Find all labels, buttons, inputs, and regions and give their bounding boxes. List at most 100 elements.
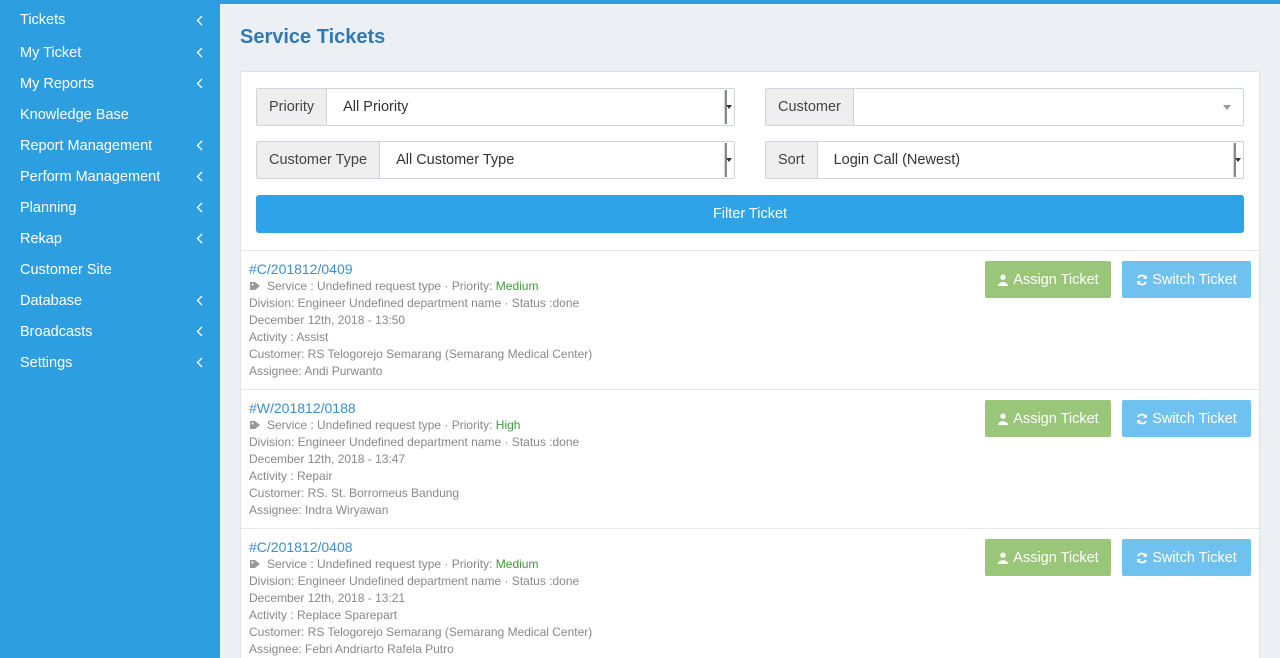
refresh-icon xyxy=(1137,552,1148,563)
ticket-assignee: Assignee: Febri Andriarto Rafela Putro xyxy=(249,642,454,656)
page-title: Service Tickets xyxy=(240,26,386,48)
sidebar: Tickets My Ticket My Reports Knowledge B… xyxy=(0,0,220,658)
ticket-customer: Customer: RS Telogorejo Semarang (Semara… xyxy=(249,625,593,639)
ticket-item: #C/201812/0408 Service : Undefined reque… xyxy=(241,528,1259,658)
customer-type-filter-label: Customer Type xyxy=(257,142,381,178)
caret-down-icon xyxy=(1223,104,1231,110)
ticket-date: December 12th, 2018 - 13:47 xyxy=(249,452,406,466)
sort-select-value: Login Call (Newest) xyxy=(833,152,961,168)
ticket-service-text: Service : Undefined request type · Prior… xyxy=(267,557,496,571)
user-icon xyxy=(998,413,1009,425)
chevron-left-icon xyxy=(194,170,204,184)
chevron-left-icon xyxy=(194,77,204,91)
customer-select[interactable] xyxy=(853,89,1243,125)
priority-select-value: All Priority xyxy=(343,99,409,115)
sidebar-item-label: Database xyxy=(20,292,83,309)
priority-filter-label: Priority xyxy=(257,89,328,125)
tag-icon xyxy=(250,560,260,568)
sidebar-item-label: My Ticket xyxy=(20,44,82,61)
ticket-customer: Customer: RS. St. Borromeus Bandung xyxy=(249,486,460,500)
main-content: Service Tickets Priority All Priority Cu… xyxy=(220,4,1280,658)
chevron-left-icon xyxy=(194,46,204,60)
ticket-customer: Customer: RS Telogorejo Semarang (Semara… xyxy=(249,347,593,361)
sidebar-item-customer-site[interactable]: Customer Site xyxy=(0,254,220,285)
chevron-left-icon xyxy=(194,13,204,27)
sidebar-item-knowledge-base[interactable]: Knowledge Base xyxy=(0,99,220,130)
ticket-assignee: Assignee: Indra Wiryawan xyxy=(249,503,389,517)
customer-type-filter: Customer Type All Customer Type xyxy=(256,141,735,179)
sort-filter: Sort Login Call (Newest) xyxy=(765,141,1244,179)
chevron-left-icon xyxy=(194,294,204,308)
chevron-left-icon xyxy=(194,139,204,153)
switch-ticket-button[interactable]: Switch Ticket xyxy=(1122,539,1251,576)
sort-select[interactable]: Login Call (Newest) xyxy=(817,142,1243,178)
ticket-activity: Activity : Assist xyxy=(249,330,329,344)
refresh-icon xyxy=(1137,274,1148,285)
filter-ticket-button[interactable]: Filter Ticket xyxy=(256,195,1244,233)
sidebar-item-label: Broadcasts xyxy=(20,323,93,340)
tag-icon xyxy=(250,421,260,429)
customer-filter: Customer xyxy=(765,88,1244,126)
sidebar-item-label: Tickets xyxy=(20,12,66,28)
chevron-left-icon xyxy=(194,325,204,339)
ticket-priority: Medium xyxy=(495,557,539,571)
sort-filter-label: Sort xyxy=(766,142,818,178)
sidebar-item-rekap[interactable]: Rekap xyxy=(0,223,220,254)
dropdown-arrow-icon xyxy=(1233,143,1241,177)
sidebar-item-label: Report Management xyxy=(20,137,153,154)
ticket-date: December 12th, 2018 - 13:21 xyxy=(249,591,406,605)
sidebar-item-database[interactable]: Database xyxy=(0,285,220,316)
switch-ticket-label: Switch Ticket xyxy=(1152,410,1237,427)
priority-select[interactable]: All Priority xyxy=(327,89,734,125)
assign-ticket-button[interactable]: Assign Ticket xyxy=(985,539,1111,576)
assign-ticket-button[interactable]: Assign Ticket xyxy=(985,261,1111,298)
sidebar-item-label: Rekap xyxy=(20,230,62,247)
ticket-assignee: Assignee: Andi Purwanto xyxy=(249,364,383,378)
user-icon xyxy=(998,274,1009,286)
ticket-service-text: Service : Undefined request type · Prior… xyxy=(267,418,496,432)
sidebar-item-tickets[interactable]: Tickets xyxy=(0,3,220,37)
sidebar-item-label: Planning xyxy=(20,199,77,216)
ticket-list: #C/201812/0409 Service : Undefined reque… xyxy=(241,250,1259,658)
ticket-activity: Activity : Replace Sparepart xyxy=(249,608,398,622)
ticket-service-text: Service : Undefined request type · Prior… xyxy=(267,279,496,293)
assign-ticket-label: Assign Ticket xyxy=(1013,410,1099,427)
assign-ticket-label: Assign Ticket xyxy=(1013,271,1099,288)
sidebar-item-label: My Reports xyxy=(20,75,95,92)
dropdown-arrow-icon xyxy=(724,143,732,177)
user-icon xyxy=(998,552,1009,564)
tickets-panel: Priority All Priority Customer Customer … xyxy=(240,71,1260,658)
sidebar-item-broadcasts[interactable]: Broadcasts xyxy=(0,316,220,347)
dropdown-arrow-icon xyxy=(724,90,732,124)
ticket-priority: High xyxy=(495,418,521,432)
sidebar-item-label: Perform Management xyxy=(20,168,161,185)
customer-type-select[interactable]: All Customer Type xyxy=(380,142,734,178)
ticket-activity: Activity : Repair xyxy=(249,469,333,483)
refresh-icon xyxy=(1137,413,1148,424)
tag-icon xyxy=(250,282,260,290)
chevron-left-icon xyxy=(194,201,204,215)
sidebar-item-my-ticket[interactable]: My Ticket xyxy=(0,37,220,68)
assign-ticket-button[interactable]: Assign Ticket xyxy=(985,400,1111,437)
ticket-item: #W/201812/0188 Service : Undefined reque… xyxy=(241,389,1259,528)
sidebar-item-label: Knowledge Base xyxy=(20,106,129,123)
sidebar-item-planning[interactable]: Planning xyxy=(0,192,220,223)
switch-ticket-button[interactable]: Switch Ticket xyxy=(1122,261,1251,298)
customer-type-select-value: All Customer Type xyxy=(396,152,515,168)
priority-filter: Priority All Priority xyxy=(256,88,735,126)
customer-filter-label: Customer xyxy=(766,89,854,125)
assign-ticket-label: Assign Ticket xyxy=(1013,549,1099,566)
sidebar-item-label: Customer Site xyxy=(20,261,112,278)
switch-ticket-label: Switch Ticket xyxy=(1152,271,1237,288)
switch-ticket-button[interactable]: Switch Ticket xyxy=(1122,400,1251,437)
ticket-item: #C/201812/0409 Service : Undefined reque… xyxy=(241,250,1259,389)
sidebar-item-settings[interactable]: Settings xyxy=(0,347,220,378)
chevron-left-icon xyxy=(194,356,204,370)
ticket-date: December 12th, 2018 - 13:50 xyxy=(249,313,406,327)
sidebar-item-label: Settings xyxy=(20,354,73,371)
sidebar-item-report-management[interactable]: Report Management xyxy=(0,130,220,161)
sidebar-item-my-reports[interactable]: My Reports xyxy=(0,68,220,99)
sidebar-item-perform-management[interactable]: Perform Management xyxy=(0,161,220,192)
switch-ticket-label: Switch Ticket xyxy=(1152,549,1237,566)
ticket-priority: Medium xyxy=(495,279,539,293)
